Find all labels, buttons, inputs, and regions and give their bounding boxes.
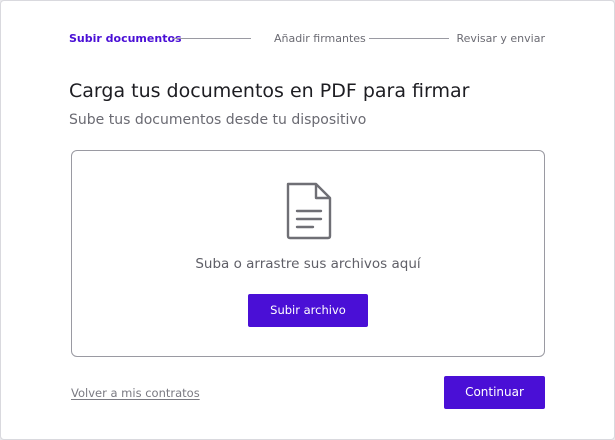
continue-button[interactable]: Continuar — [444, 376, 545, 409]
page-title: Carga tus documentos en PDF para firmar — [69, 80, 470, 102]
step-connector — [369, 38, 449, 39]
back-to-contracts-link[interactable]: Volver a mis contratos — [71, 385, 200, 401]
step-upload-documents[interactable]: Subir documentos — [69, 31, 182, 46]
file-dropzone[interactable]: Suba o arrastre sus archivos aquí Subir … — [71, 150, 545, 357]
step-review-and-send[interactable]: Revisar y enviar — [456, 31, 545, 46]
dropzone-instructions: Suba o arrastre sus archivos aquí — [195, 256, 421, 272]
page-subtitle: Sube tus documentos desde tu dispositivo — [69, 112, 367, 128]
document-icon — [286, 182, 332, 240]
step-add-signers[interactable]: Añadir firmantes — [274, 31, 366, 46]
upload-file-button[interactable]: Subir archivo — [248, 294, 368, 327]
upload-dialog: Subir documentos Añadir firmantes Revisa… — [0, 0, 615, 440]
progress-stepper: Subir documentos Añadir firmantes Revisa… — [69, 31, 545, 47]
step-connector — [173, 38, 251, 39]
